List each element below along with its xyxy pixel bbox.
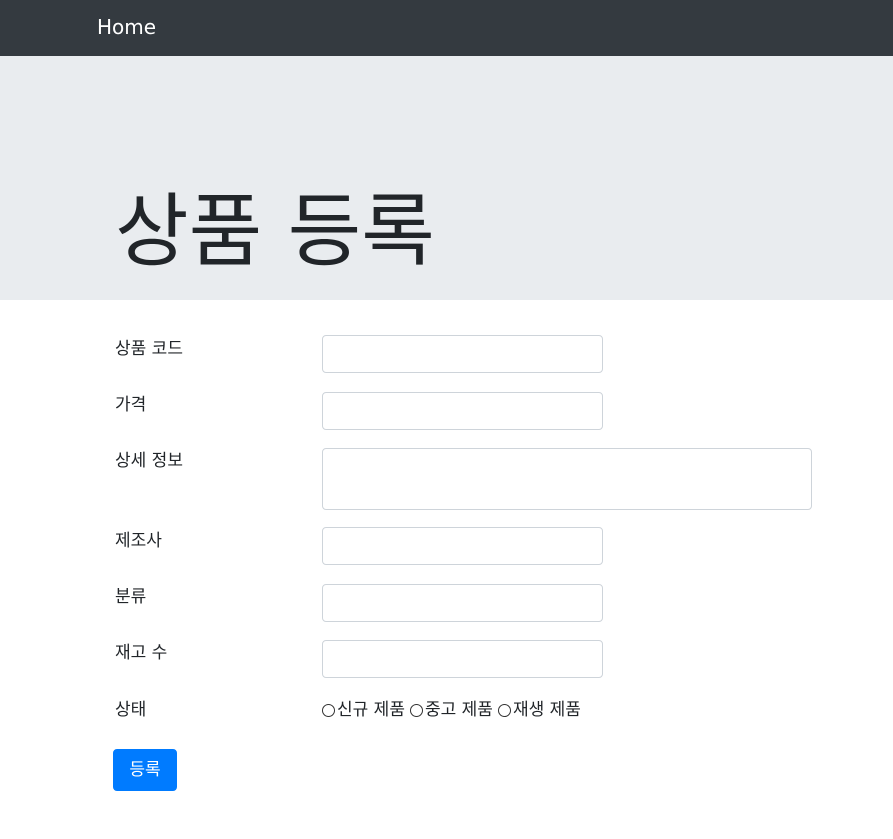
home-link[interactable]: Home — [97, 13, 156, 41]
submit-button[interactable]: 등록 — [113, 749, 177, 791]
jumbotron: 상품 등록 — [0, 56, 893, 300]
description-textarea[interactable] — [322, 448, 812, 510]
radio-used[interactable] — [409, 703, 423, 717]
condition-option-used[interactable]: 중고 제품 — [409, 698, 493, 722]
category-input[interactable] — [322, 584, 603, 622]
condition-option-used-label: 중고 제품 — [424, 700, 493, 720]
product-code-input[interactable] — [322, 335, 603, 373]
manufacturer-label: 제조사 — [115, 531, 162, 551]
condition-option-new-label: 신규 제품 — [337, 700, 405, 720]
stock-label: 재고 수 — [115, 643, 168, 663]
manufacturer-input[interactable] — [322, 527, 603, 565]
stock-input[interactable] — [322, 640, 603, 678]
condition-option-refurbished-label: 재생 제품 — [512, 700, 581, 720]
condition-option-new[interactable]: 신규 제품 — [322, 698, 405, 722]
navbar: Home — [0, 0, 893, 56]
radio-new[interactable] — [322, 703, 335, 717]
radio-refurbished[interactable] — [497, 703, 511, 717]
category-label: 분류 — [115, 587, 147, 607]
page-title: 상품 등록 — [115, 185, 435, 278]
description-label: 상세 정보 — [115, 451, 183, 471]
product-code-label: 상품 코드 — [115, 339, 183, 359]
price-label: 가격 — [115, 395, 147, 415]
condition-option-refurbished[interactable]: 재생 제품 — [497, 698, 581, 722]
condition-radio-group: 신규 제품 중고 제품 재생 제품 — [322, 698, 586, 722]
price-input[interactable] — [322, 392, 603, 430]
condition-label: 상태 — [115, 700, 147, 720]
